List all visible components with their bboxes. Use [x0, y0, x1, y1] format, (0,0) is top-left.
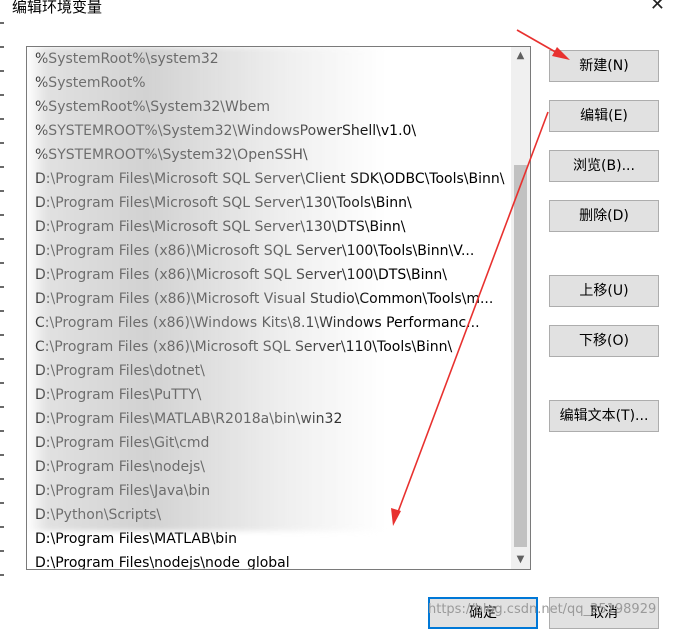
move-down-button[interactable]: 下移(O) — [549, 325, 659, 357]
path-entry[interactable]: D:\Program Files\dotnet\ — [27, 359, 510, 383]
path-entry[interactable]: D:\Program Files\nodejs\node_global — [27, 551, 510, 569]
path-entry[interactable]: %SYSTEMROOT%\System32\WindowsPowerShell\… — [27, 119, 510, 143]
path-entry[interactable]: %SYSTEMROOT%\System32\OpenSSH\ — [27, 143, 510, 167]
scroll-up-icon[interactable]: ▲ — [511, 47, 530, 65]
path-entry[interactable]: %SystemRoot%\System32\Wbem — [27, 95, 510, 119]
edit-button[interactable]: 编辑(E) — [549, 100, 659, 132]
path-entry[interactable]: D:\Program Files\MATLAB\R2018a\bin\win32 — [27, 407, 510, 431]
path-entry[interactable]: %SystemRoot%\system32 — [27, 47, 510, 71]
path-entry[interactable]: %SystemRoot% — [27, 71, 510, 95]
close-icon[interactable]: ✕ — [650, 0, 665, 15]
scroll-down-icon[interactable]: ▼ — [511, 551, 530, 569]
delete-button[interactable]: 删除(D) — [549, 200, 659, 232]
browse-button[interactable]: 浏览(B)... — [549, 150, 659, 182]
path-entry[interactable]: D:\Program Files\MATLAB\bin — [27, 527, 510, 551]
path-entry[interactable]: D:\Program Files (x86)\Microsoft Visual … — [27, 287, 510, 311]
path-entry[interactable]: D:\Program Files\PuTTY\ — [27, 383, 510, 407]
path-entry[interactable]: C:\Program Files (x86)\Windows Kits\8.1\… — [27, 311, 510, 335]
path-entry[interactable]: D:\Program Files\Java\bin — [27, 479, 510, 503]
scrollbar-thumb[interactable] — [514, 165, 527, 547]
watermark: https://blog.csdn.net/qq_35198929 — [428, 602, 657, 617]
path-entry[interactable]: C:\Program Files (x86)\Microsoft SQL Ser… — [27, 335, 510, 359]
path-list-items: %SystemRoot%\system32 %SystemRoot% %System… — [27, 47, 510, 569]
path-entry[interactable]: D:\Python\Scripts\ — [27, 503, 510, 527]
path-entry[interactable]: D:\Program Files (x86)\Microsoft SQL Ser… — [27, 239, 510, 263]
new-button[interactable]: 新建(N) — [549, 50, 659, 82]
path-entry[interactable]: D:\Program Files\Microsoft SQL Server\13… — [27, 191, 510, 215]
path-entry[interactable]: D:\Program Files\Git\cmd — [27, 431, 510, 455]
path-entry[interactable]: D:\Program Files (x86)\Microsoft SQL Ser… — [27, 263, 510, 287]
vertical-scrollbar[interactable]: ▲ ▼ — [511, 47, 530, 569]
path-list[interactable]: %SystemRoot%\system32 %SystemRoot% %System… — [26, 46, 531, 570]
background-window-edge — [0, 22, 4, 582]
dialog-title: 编辑环境变量 — [12, 0, 103, 16]
path-entry[interactable]: D:\Program Files\nodejs\ — [27, 455, 510, 479]
path-entry[interactable]: D:\Program Files\Microsoft SQL Server\Cl… — [27, 167, 510, 191]
path-entry[interactable]: D:\Program Files\Microsoft SQL Server\13… — [27, 215, 510, 239]
edit-text-button[interactable]: 编辑文本(T)... — [549, 400, 659, 432]
move-up-button[interactable]: 上移(U) — [549, 275, 659, 307]
